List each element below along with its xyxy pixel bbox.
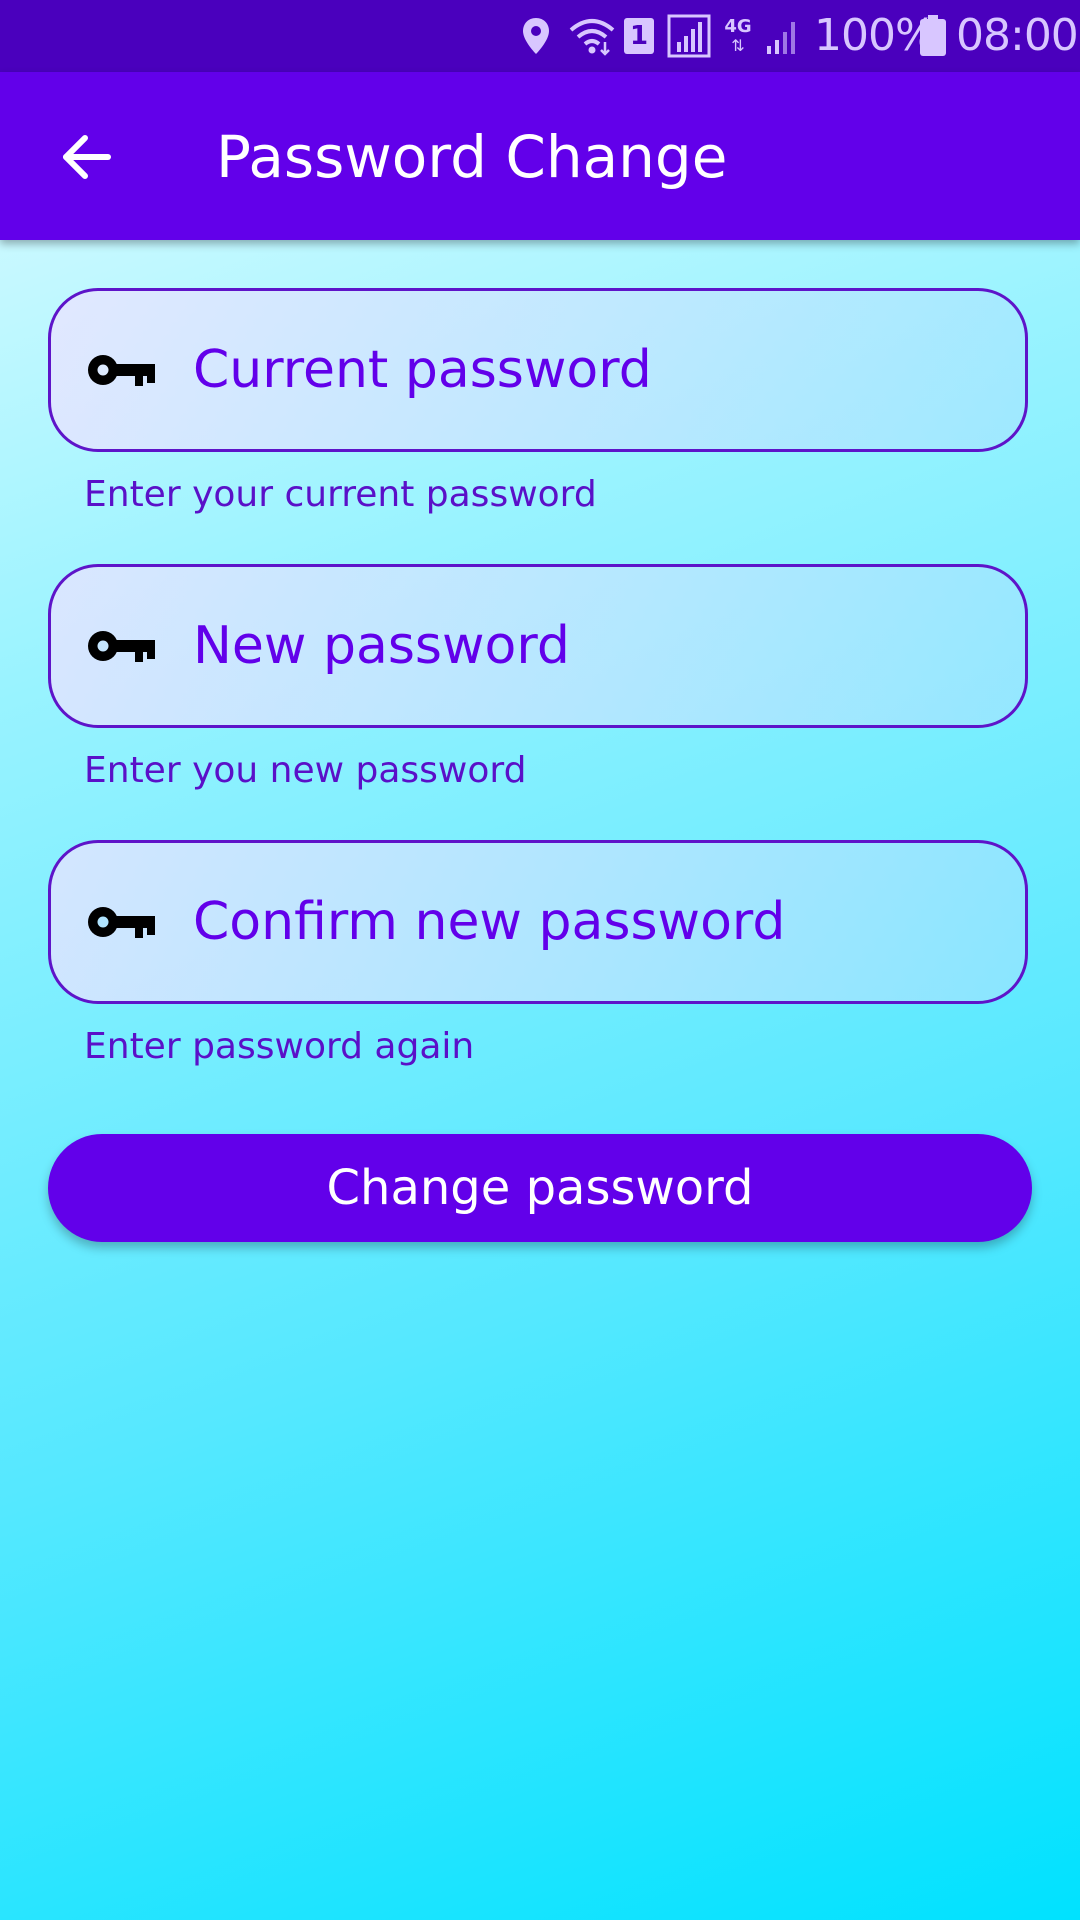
key-icon bbox=[88, 355, 155, 386]
location-icon bbox=[518, 14, 554, 58]
network-label: 4G bbox=[724, 16, 752, 37]
new-password-field[interactable] bbox=[48, 564, 1028, 728]
current-password-helper: Enter your current password bbox=[84, 474, 597, 515]
change-password-button[interactable]: Change password bbox=[48, 1134, 1032, 1242]
4g-icon: 4G ⇅ bbox=[724, 16, 752, 55]
sim-1-icon: 1 bbox=[622, 14, 656, 58]
sim-label: 1 bbox=[629, 21, 649, 51]
confirm-password-helper: Enter password again bbox=[84, 1026, 475, 1067]
current-password-field[interactable] bbox=[48, 288, 1028, 452]
app-bar: Password Change bbox=[0, 72, 1080, 240]
new-password-helper: Enter you new password bbox=[84, 750, 527, 791]
key-icon bbox=[88, 631, 155, 662]
back-button[interactable] bbox=[40, 112, 130, 202]
confirm-password-input[interactable] bbox=[193, 882, 1025, 962]
arrow-back-icon bbox=[63, 135, 111, 179]
signal-icon bbox=[666, 14, 712, 58]
page-title: Password Change bbox=[216, 123, 728, 191]
clock: 08:00 bbox=[956, 10, 1079, 61]
wifi-icon bbox=[566, 14, 618, 58]
current-password-input[interactable] bbox=[193, 330, 1025, 410]
signal-weak-icon bbox=[762, 14, 804, 58]
battery-icon bbox=[916, 14, 950, 58]
new-password-input[interactable] bbox=[193, 606, 1025, 686]
confirm-password-field[interactable] bbox=[48, 840, 1028, 1004]
key-icon bbox=[88, 907, 155, 938]
status-bar: 1 4G ⇅ 100% 08:00 bbox=[0, 0, 1080, 72]
